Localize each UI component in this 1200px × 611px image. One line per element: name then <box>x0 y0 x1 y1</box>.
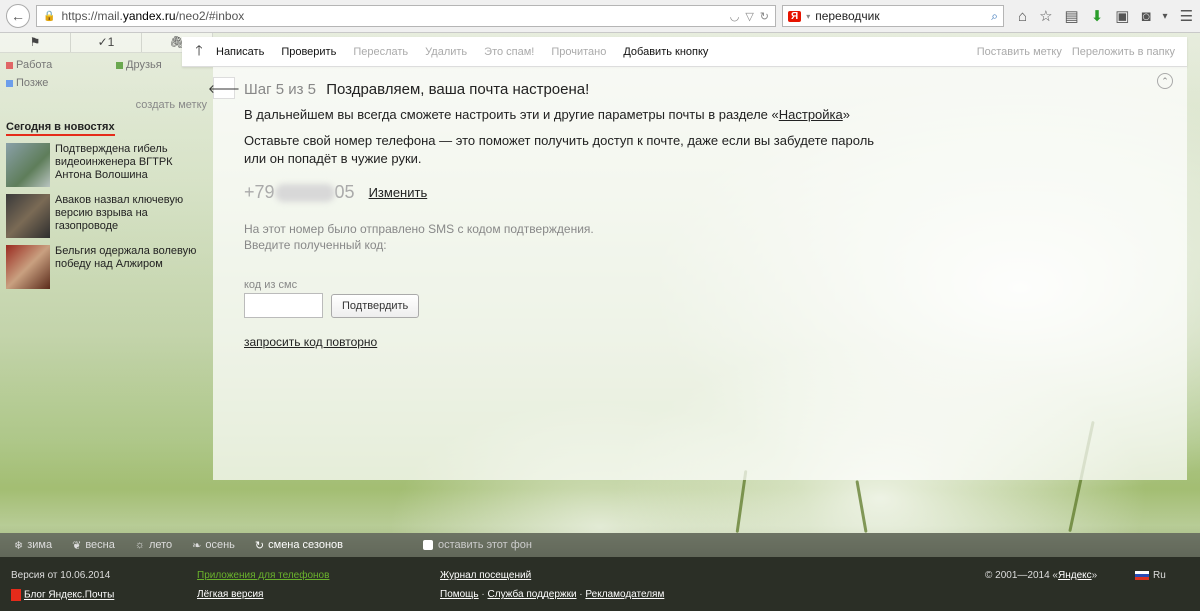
menu-icon[interactable]: ☰ <box>1180 7 1193 25</box>
news-link[interactable]: Подтверждена гибель видеоинженера ВГТРК … <box>55 143 207 187</box>
language-switcher[interactable]: Ru <box>1135 570 1166 581</box>
resend-code-link[interactable]: запросить код повторно <box>244 335 894 349</box>
checkbox-icon[interactable] <box>423 540 434 550</box>
step-heading: Поздравляем, ваша почта настроена! <box>326 81 590 98</box>
phone-hint: Оставьте свой номер телефона — это помож… <box>244 133 875 166</box>
change-phone-link[interactable]: Изменить <box>369 185 428 200</box>
news-item[interactable]: Подтверждена гибель видеоинженера ВГТРК … <box>6 143 207 187</box>
advertisers-link[interactable]: Рекламодателям <box>585 589 664 600</box>
mail-toolbar: 🡑 Написать Проверить Переслать Удалить Э… <box>182 37 1187 67</box>
forward-button[interactable]: Переслать <box>353 46 408 58</box>
pocket-icon[interactable]: ◡ <box>730 10 740 23</box>
code-label: код из смс <box>244 279 298 291</box>
chevron-down-icon[interactable]: ▾ <box>1163 11 1168 22</box>
confirm-button[interactable]: Подтвердить <box>331 293 420 318</box>
mark-read-button[interactable]: Прочитано <box>551 46 606 58</box>
arrow-up-icon[interactable]: 🡑 <box>182 40 216 64</box>
pocket-save-icon[interactable]: ◙ <box>1141 8 1150 25</box>
autumn-leaf-icon: ❧ <box>192 539 202 552</box>
news-thumbnail <box>6 245 50 289</box>
search-icon[interactable]: ⌕ <box>991 9 998 24</box>
add-button-button[interactable]: Добавить кнопку <box>623 46 708 58</box>
label-color-dot <box>6 79 13 87</box>
news-link[interactable]: Аваков назвал ключевую версию взрыва на … <box>55 194 207 238</box>
news-thumbnail <box>6 143 50 187</box>
sms-info: На этот номер было отправлено SMS с кодо… <box>244 222 594 252</box>
version-text: Версия от 10.06.2014 <box>11 570 111 581</box>
move-to-folder-button[interactable]: Переложить в папку <box>1072 46 1175 58</box>
support-link[interactable]: Служба поддержки <box>488 589 577 600</box>
sms-code-input[interactable] <box>244 293 323 318</box>
label-color-dot <box>6 61 13 69</box>
yandex-search-icon[interactable]: Я <box>788 10 802 22</box>
yandex-link[interactable]: Яндекс <box>1058 570 1092 581</box>
lock-icon: 🔒 <box>43 10 56 22</box>
dropdown-icon[interactable]: ▽ <box>745 10 753 23</box>
news-item[interactable]: Бельгия одержала волевую победу над Алжи… <box>6 245 207 289</box>
settings-link[interactable]: Настройка <box>779 107 843 122</box>
collapse-arrow-icon[interactable]: 🡐 <box>208 77 240 99</box>
help-link[interactable]: Помощь <box>440 589 479 600</box>
step-counter: Шаг 5 из 5 <box>244 81 317 98</box>
theme-autumn[interactable]: ❧ осень <box>192 539 235 552</box>
phone-mask <box>274 183 335 202</box>
mobile-apps-link[interactable]: Приложения для телефонов <box>197 570 329 581</box>
chevron-down-icon[interactable]: ▾ <box>806 12 810 21</box>
bookmark-star-icon[interactable]: ☆ <box>1039 7 1052 25</box>
visit-log-link[interactable]: Журнал посещений <box>440 570 531 581</box>
leaf-icon: ❦ <box>72 539 82 552</box>
download-icon[interactable]: ⬇ <box>1091 7 1104 25</box>
copyright: © 2001—2014 «Яндекс» <box>985 570 1098 581</box>
home-icon[interactable]: ⌂ <box>1018 8 1027 25</box>
set-label-button[interactable]: Поставить метку <box>977 46 1062 58</box>
flag-filter-tab[interactable]: ⚑ <box>0 33 71 52</box>
collapse-panel-icon[interactable]: ⌃ <box>1157 73 1173 89</box>
url-text: https://mail.yandex.ru/neo2/#inbox <box>61 9 245 23</box>
label-color-dot <box>116 61 123 69</box>
compose-button[interactable]: Написать <box>216 46 264 58</box>
blog-icon <box>11 589 21 601</box>
check-mail-button[interactable]: Проверить <box>281 46 336 58</box>
address-bar[interactable]: 🔒 https://mail.yandex.ru/neo2/#inbox ◡ ▽… <box>36 5 776 27</box>
news-heading[interactable]: Сегодня в новостях <box>6 121 115 136</box>
reading-list-icon[interactable]: ▤ <box>1065 7 1079 25</box>
label-item[interactable]: Позже <box>6 77 116 89</box>
wizard-step-title: Шаг 5 из 5 Поздравляем, ваша почта настр… <box>244 81 894 98</box>
browser-toolbar: ← 🔒 https://mail.yandex.ru/neo2/#inbox ◡… <box>0 0 1200 33</box>
create-label-link[interactable]: создать метку <box>0 99 213 111</box>
reload-icon[interactable]: ↻ <box>760 10 769 23</box>
theme-summer[interactable]: ☼ лето <box>135 539 172 551</box>
news-item[interactable]: Аваков назвал ключевую версию взрыва на … <box>6 194 207 238</box>
theme-winter[interactable]: ❄ зима <box>14 539 52 552</box>
news-thumbnail <box>6 194 50 238</box>
left-sidebar: ⚑ ✓1 🖇 Работа Друзья Позже создать метку… <box>0 33 213 333</box>
search-query[interactable]: переводчик <box>815 9 986 23</box>
theme-spring[interactable]: ❦ весна <box>72 539 115 552</box>
label-item[interactable]: Работа <box>6 59 116 71</box>
refresh-icon: ↻ <box>254 539 265 552</box>
settings-hint: В дальнейшем вы всегда сможете настроить… <box>244 107 850 122</box>
lite-version-link[interactable]: Лёгкая версия <box>197 589 263 600</box>
theme-change-seasons[interactable]: ↻ смена сезонов <box>255 539 343 552</box>
read-filter-tab[interactable]: ✓1 <box>71 33 142 52</box>
back-button[interactable]: ← <box>6 4 30 28</box>
snowflake-icon: ❄ <box>14 539 24 552</box>
keep-background-checkbox[interactable]: оставить этот фон <box>423 539 532 551</box>
spam-button[interactable]: Это спам! <box>484 46 534 58</box>
setup-wizard-panel: 🡐 ⌃ Шаг 5 из 5 Поздравляем, ваша почта н… <box>208 67 1187 480</box>
news-link[interactable]: Бельгия одержала волевую победу над Алжи… <box>55 245 207 289</box>
screenshot-icon[interactable]: ▣ <box>1115 7 1129 25</box>
phone-number: +79 05 <box>244 182 355 202</box>
russian-flag-icon <box>1135 570 1149 580</box>
footer: Версия от 10.06.2014 Блог Яндекс.Почты П… <box>0 557 1200 611</box>
search-bar[interactable]: Я ▾ переводчик ⌕ <box>782 5 1004 27</box>
blog-link-wrap: Блог Яндекс.Почты <box>11 589 114 601</box>
delete-button[interactable]: Удалить <box>425 46 467 58</box>
themes-bar: ❄ зима ❦ весна ☼ лето ❧ осень ↻ смена сезонов… <box>0 533 1200 557</box>
sun-icon: ☼ <box>134 539 145 551</box>
blog-link[interactable]: Блог Яндекс.Почты <box>24 590 114 601</box>
